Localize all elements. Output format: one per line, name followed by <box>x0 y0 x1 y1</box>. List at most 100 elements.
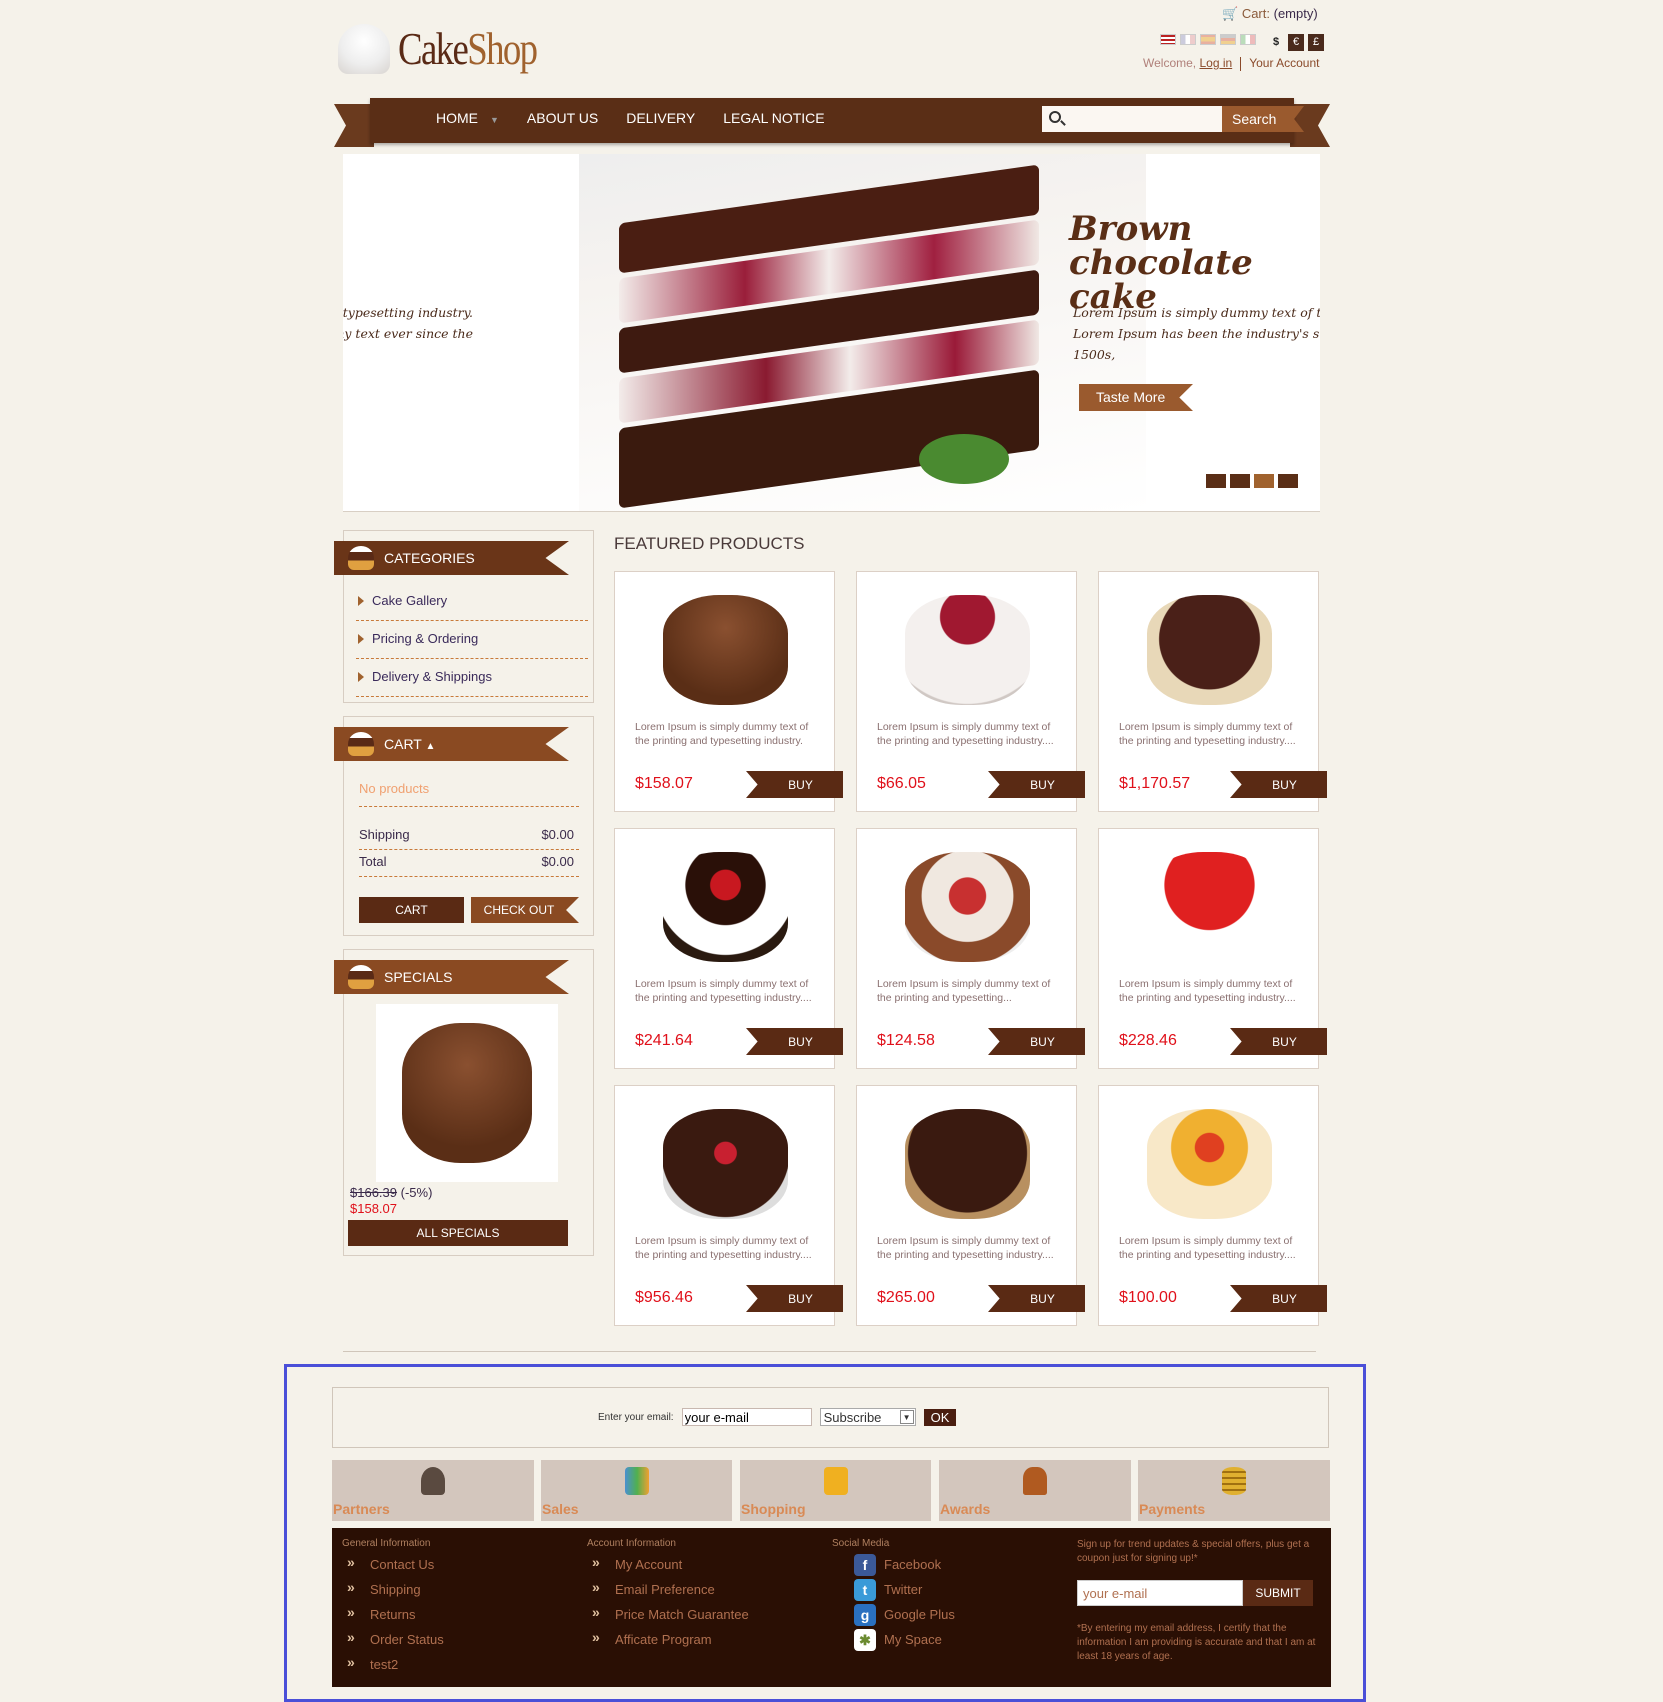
buy-button[interactable]: BUY <box>1230 1285 1327 1312</box>
all-specials-button[interactable]: ALL SPECIALS <box>348 1220 568 1246</box>
tile-shopping[interactable]: Shopping <box>740 1460 931 1521</box>
taste-more-button[interactable]: Taste More <box>1079 384 1193 411</box>
header-cart-link[interactable]: 🛒 Cart: (empty) <box>1222 6 1318 22</box>
product-description: Lorem Ipsum is simply dummy text of the … <box>877 721 1054 747</box>
product-image[interactable] <box>897 847 1037 967</box>
product-image[interactable] <box>1139 847 1279 967</box>
cart-button[interactable]: CART <box>359 897 464 923</box>
slide-dot-2[interactable] <box>1230 474 1250 488</box>
categories-header: CATEGORIES <box>334 541 569 575</box>
nav-legal-notice[interactable]: LEGAL NOTICE <box>723 110 824 126</box>
newsletter-ok-button[interactable]: OK <box>923 1408 957 1426</box>
cart-block: CART ▲ No products Shipping $0.00 Total $0… <box>334 716 594 936</box>
currency-pound[interactable]: £ <box>1308 34 1324 51</box>
newsletter-block: Enter your email: Subscribe▼ OK <box>332 1387 1329 1448</box>
social-twitter[interactable]: t Twitter <box>832 1577 955 1602</box>
caret-up-icon: ▲ <box>425 741 436 752</box>
cake-image <box>904 852 1030 962</box>
your-account-link[interactable]: Your Account <box>1249 56 1319 70</box>
shopping-bag-icon <box>823 1467 848 1495</box>
product-card: Lorem Ipsum is simply dummy text of the … <box>856 571 1085 812</box>
cart-header[interactable]: CART ▲ <box>334 727 569 761</box>
product-image[interactable] <box>897 590 1037 710</box>
signup-submit-button[interactable]: SUBMIT <box>1243 1580 1313 1606</box>
footer-link-price-match[interactable]: Price Match Guarantee <box>587 1600 749 1627</box>
newsletter-label: Enter your email: <box>598 1411 674 1423</box>
product-card: Lorem Ipsum is simply dummy text of the … <box>614 1085 843 1326</box>
product-image[interactable] <box>655 847 795 967</box>
buy-button[interactable]: BUY <box>1230 1028 1327 1055</box>
currency-dollar[interactable]: $ <box>1268 34 1284 51</box>
search-input[interactable] <box>1042 106 1222 132</box>
footer-link-email-preference[interactable]: Email Preference <box>587 1575 749 1602</box>
checkout-button[interactable]: CHECK OUT <box>471 897 579 923</box>
product-description: Lorem Ipsum is simply dummy text of the … <box>877 978 1051 1004</box>
social-myspace[interactable]: ✱ My Space <box>832 1627 955 1652</box>
footer-link-order-status[interactable]: Order Status <box>342 1625 444 1652</box>
footer-link-afficate-program[interactable]: Afficate Program <box>587 1625 749 1652</box>
search-icon <box>1049 111 1061 123</box>
flag-english-icon[interactable] <box>1160 34 1176 45</box>
chevron-down-icon: ▼ <box>899 1410 914 1424</box>
footer-link-test2[interactable]: test2 <box>342 1650 444 1677</box>
nav-about-us[interactable]: ABOUT US <box>527 110 598 126</box>
cake-image <box>662 595 788 705</box>
slide-dot-3[interactable] <box>1254 474 1274 488</box>
category-cake-gallery[interactable]: Cake Gallery <box>356 583 588 621</box>
currency-euro[interactable]: € <box>1288 34 1304 51</box>
main-nav: HOME ▼ ABOUT US DELIVERY LEGAL NOTICE Sea… <box>334 98 1330 147</box>
login-link[interactable]: Log in <box>1199 56 1232 70</box>
buy-button[interactable]: BUY <box>988 1285 1085 1312</box>
product-image[interactable] <box>1139 590 1279 710</box>
categories-block: CATEGORIES Cake Gallery Pricing & Orderi… <box>334 530 594 703</box>
previous-slide-text: printing and typesetting industry.ndard … <box>343 305 473 341</box>
currency-selector: $ € £ <box>1268 34 1324 51</box>
product-image[interactable] <box>897 1104 1037 1224</box>
product-price: $1,170.57 <box>1119 775 1191 792</box>
search-button[interactable]: Search <box>1222 106 1304 132</box>
buy-button[interactable]: BUY <box>1230 771 1327 798</box>
flag-german-icon[interactable] <box>1220 34 1236 45</box>
product-price: $124.58 <box>877 1032 935 1049</box>
flag-french-icon[interactable] <box>1180 34 1196 45</box>
tile-awards[interactable]: Awards <box>939 1460 1131 1521</box>
logo[interactable]: CakeShop <box>338 22 571 75</box>
product-image[interactable] <box>1139 1104 1279 1224</box>
nav-delivery[interactable]: DELIVERY <box>626 110 695 126</box>
chevron-down-icon[interactable]: ▼ <box>490 115 499 125</box>
newsletter-action-select[interactable]: Subscribe ▼ <box>819 1408 916 1426</box>
nav-home[interactable]: HOME ▼ <box>436 110 499 126</box>
signup-email-input[interactable] <box>1077 1580 1243 1606</box>
social-facebook[interactable]: f Facebook <box>832 1552 955 1577</box>
category-delivery-shippings[interactable]: Delivery & Shippings <box>356 659 588 697</box>
cake-icon <box>348 965 374 989</box>
social-google-plus[interactable]: g Google Plus <box>832 1602 955 1627</box>
featured-products-title: FEATURED PRODUCTS <box>614 534 805 553</box>
flag-spanish-icon[interactable] <box>1200 34 1216 45</box>
slide-dot-1[interactable] <box>1206 474 1226 488</box>
product-image[interactable] <box>655 1104 795 1224</box>
slide-dot-4[interactable] <box>1278 474 1298 488</box>
flag-italian-icon[interactable] <box>1240 34 1256 45</box>
buy-button[interactable]: BUY <box>746 771 843 798</box>
tile-partners[interactable]: Partners <box>332 1460 534 1521</box>
product-image[interactable] <box>655 590 795 710</box>
buy-button[interactable]: BUY <box>988 1028 1085 1055</box>
footer-link-returns[interactable]: Returns <box>342 1600 444 1627</box>
newsletter-email-input[interactable] <box>681 1408 812 1426</box>
product-description: Lorem Ipsum is simply dummy text of the … <box>1119 721 1296 747</box>
category-pricing-ordering[interactable]: Pricing & Ordering <box>356 621 588 659</box>
special-product-image[interactable] <box>376 1004 558 1182</box>
cake-image <box>904 1109 1030 1219</box>
specials-block: SPECIALS $166.39 (-5%) $158.07 ALL SPECI… <box>334 949 594 1256</box>
buy-button[interactable]: BUY <box>746 1028 843 1055</box>
buy-button[interactable]: BUY <box>988 771 1085 798</box>
footer-link-contact-us[interactable]: Contact Us <box>342 1550 444 1577</box>
footer-link-shipping[interactable]: Shipping <box>342 1575 444 1602</box>
specials-header: SPECIALS <box>334 960 569 994</box>
buy-button[interactable]: BUY <box>746 1285 843 1312</box>
footer-link-my-account[interactable]: My Account <box>587 1550 749 1577</box>
tile-payments[interactable]: Payments <box>1138 1460 1330 1521</box>
slide-title: Brown chocolate cake <box>1069 209 1253 317</box>
tile-sales[interactable]: Sales <box>541 1460 732 1521</box>
